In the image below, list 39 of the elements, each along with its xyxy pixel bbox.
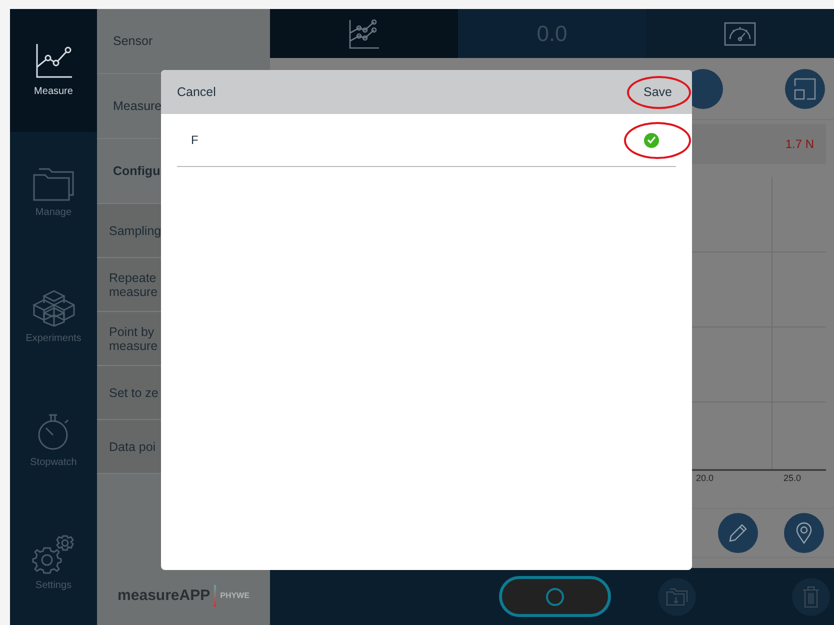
cancel-button[interactable]: Cancel xyxy=(177,82,216,102)
nav-label: Stopwatch xyxy=(30,456,77,470)
nav-item[interactable]: Settings xyxy=(10,502,97,625)
nav-item[interactable]: Manage xyxy=(10,132,97,256)
graph-icon xyxy=(348,18,380,48)
fullscreen-button[interactable] xyxy=(785,68,825,108)
gauge-icon xyxy=(724,22,756,46)
nav-item[interactable]: Experiments xyxy=(10,255,97,379)
nav-label: Measure xyxy=(34,85,73,100)
trash-icon xyxy=(802,586,820,608)
nav-item[interactable]: Measure xyxy=(10,9,97,132)
axis-tick-label: 25.0 xyxy=(784,472,802,485)
pin-icon xyxy=(796,522,812,544)
nav-label: Manage xyxy=(35,206,72,220)
delete-button[interactable] xyxy=(792,578,830,616)
sensor-channel-row[interactable]: F xyxy=(177,114,676,167)
record-icon xyxy=(546,588,564,606)
edit-button[interactable] xyxy=(718,513,758,553)
reading-value: 1.7 N xyxy=(785,136,814,153)
gears-icon xyxy=(32,534,76,574)
fullscreen-icon xyxy=(794,78,816,100)
folder-download-icon xyxy=(666,588,688,606)
nav-item[interactable]: Stopwatch xyxy=(10,378,97,502)
view-tab[interactable] xyxy=(270,9,458,58)
app-logo: measureAPP xyxy=(118,586,210,606)
nav-label: Settings xyxy=(35,578,72,593)
marker-button[interactable] xyxy=(784,513,824,553)
pencil-icon xyxy=(728,523,748,543)
folder-icon xyxy=(32,167,74,202)
record-button[interactable] xyxy=(499,576,611,617)
save-button[interactable]: Save xyxy=(640,82,676,102)
save-to-folder-button[interactable] xyxy=(658,578,696,616)
nav-label: Experiments xyxy=(26,332,82,346)
channel-label: F xyxy=(191,132,198,149)
brand-logo: PHYWE xyxy=(220,590,250,602)
logo-divider-icon xyxy=(214,585,216,607)
axis-tick-label: 20.0 xyxy=(696,472,714,485)
graph-icon xyxy=(34,42,74,80)
check-icon[interactable] xyxy=(644,132,659,148)
